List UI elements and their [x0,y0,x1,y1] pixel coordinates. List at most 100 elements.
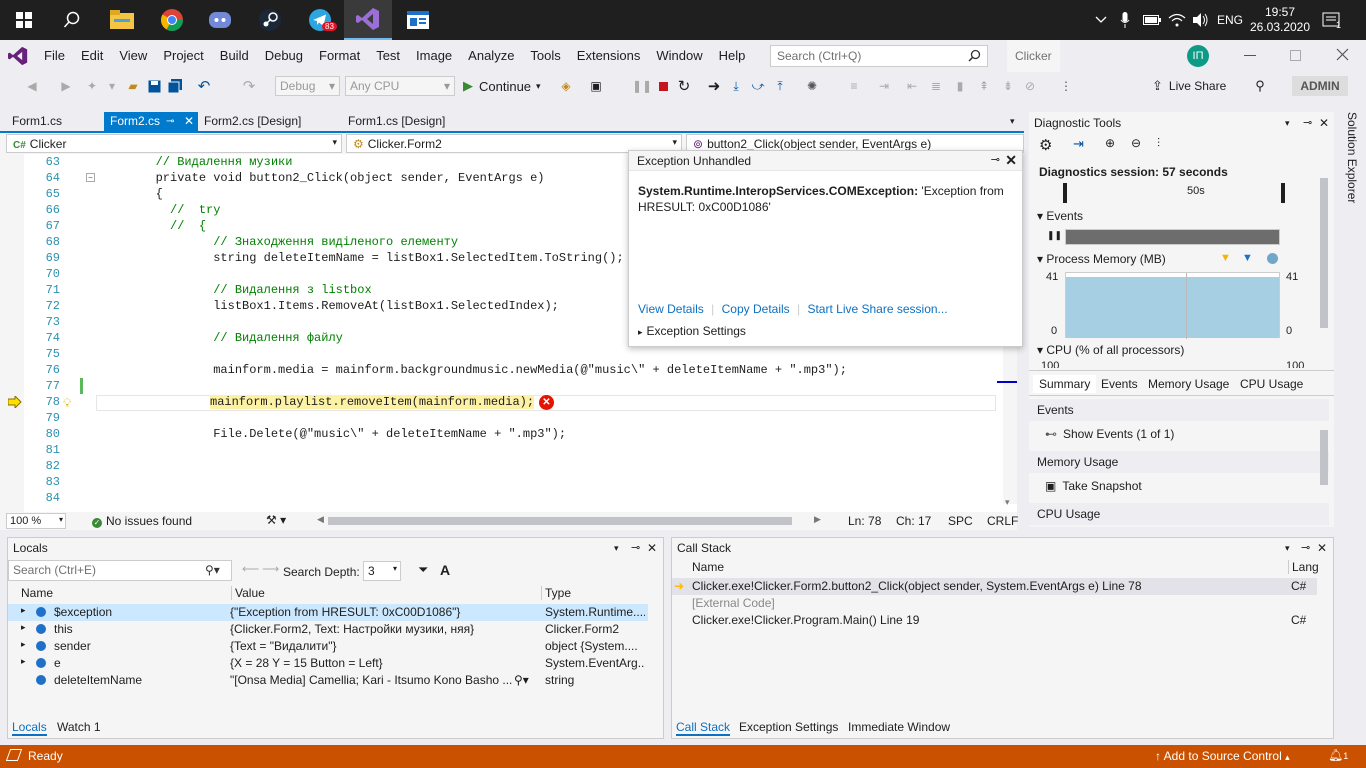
tab-events[interactable]: Events [1101,377,1138,391]
notification-icon[interactable]: 1 [1322,0,1346,40]
locals-search-input[interactable]: Search (Ctrl+E) ⚲▾ [8,560,232,581]
menu-help[interactable]: Help [711,40,754,72]
forward-icon[interactable]: ▶ [58,76,74,96]
back-icon[interactable]: ⟵ [242,562,259,576]
language-indicator[interactable]: ENG [1217,0,1243,40]
volume-icon[interactable] [1193,0,1209,40]
solution-explorer-side-tab[interactable]: Solution Explorer [1341,112,1359,212]
tab-watch-1[interactable]: Watch 1 [57,720,101,734]
lightbulb-icon[interactable]: 💡︎ [63,396,71,411]
windows-start-icon[interactable] [0,0,48,40]
prev-bookmark-icon[interactable]: ⇞ [976,76,992,96]
menu-format[interactable]: Format [311,40,368,72]
column-lang[interactable]: Lang [1288,560,1319,574]
step-over-icon[interactable]: ⤻ [750,76,766,96]
pause-icon[interactable]: ❚❚ [1047,230,1062,241]
tab-form2-cs[interactable]: Form2.cs ⊸ ✕ [104,112,198,131]
toolbar-overflow-icon[interactable]: ⋮ [1060,76,1072,96]
call-stack-row[interactable]: ➜ Clicker.exe!Clicker.Form2.button2_Click… [672,578,1317,595]
execution-pointer-icon[interactable] [7,394,22,411]
open-file-icon[interactable]: ▰ [125,76,141,96]
close-icon[interactable] [1336,48,1349,64]
comment-icon[interactable]: ≡ [846,76,862,96]
menu-tools[interactable]: Tools [522,40,568,72]
locals-row[interactable]: ▸ $exception {"Exception from HRESULT: 0xC… [8,604,648,621]
uncomment-icon[interactable]: ≣ [928,76,944,96]
zoom-in-icon[interactable]: ⊕ [1105,136,1115,150]
scroll-right-icon[interactable]: ▶ [814,514,821,525]
chevron-down-icon[interactable]: ▾ [614,538,619,558]
search-icon[interactable] [48,0,96,40]
whitespace-indicator[interactable]: SPC [948,514,973,528]
menu-extensions[interactable]: Extensions [569,40,649,72]
pin-icon[interactable]: ⊸ [1301,538,1310,558]
search-depth-dropdown[interactable]: 3 ▾ [363,561,401,581]
redo-icon[interactable]: ↷ [240,76,258,96]
stop-icon[interactable] [656,76,670,96]
select-tools-icon[interactable]: ⇥ [1073,136,1084,152]
minimize-icon[interactable] [1244,55,1256,56]
pin-icon[interactable]: ⊸ [1303,112,1312,134]
steam-icon[interactable] [246,0,294,40]
tab-cpu-usage[interactable]: CPU Usage [1240,377,1303,391]
indent-icon[interactable]: ⇥ [876,76,892,96]
scroll-down-icon[interactable]: ▾ [1005,497,1010,508]
locals-row[interactable]: deleteItemName "[Onsa Media] Camellia; Ka… [8,672,648,689]
avatar[interactable]: IП [1187,45,1209,67]
save-all-icon[interactable] [167,76,183,96]
notifications-bell-icon[interactable]: 🔔︎1 [1328,748,1348,762]
expand-icon[interactable]: ▸ [21,622,26,633]
new-item-icon[interactable]: ✦ [84,76,100,96]
configuration-dropdown[interactable]: Debug ▾ [275,76,340,96]
pin-icon[interactable]: ⊸ [631,538,640,558]
chevron-up-icon[interactable] [1095,0,1111,40]
telegram-icon[interactable]: 83 [296,0,344,40]
menu-view[interactable]: View [111,40,155,72]
tab-form1-design[interactable]: Form1.cs [Design] [342,112,451,131]
exception-settings-expander[interactable]: ▸ Exception Settings [638,324,746,338]
step-into-icon[interactable]: ⤓ [728,76,744,96]
file-explorer-icon[interactable] [98,0,146,40]
locals-row[interactable]: ▸ e {X = 28 Y = 15 Button = Left} System.Ev… [8,655,648,672]
tab-locals[interactable]: Locals [12,720,47,736]
clock[interactable]: 19:57 26.03.2020 [1250,0,1310,40]
line-number[interactable]: Ln: 78 [848,514,881,528]
column-number[interactable]: Ch: 17 [896,514,931,528]
attach-icon[interactable]: ◈ [558,76,574,96]
save-icon[interactable] [146,76,162,96]
close-icon[interactable]: ✕ [647,538,657,558]
copy-details-link[interactable]: Copy Details [722,302,790,316]
show-events-link[interactable]: ⊷ Show Events (1 of 1) [1045,427,1174,441]
clear-bookmarks-icon[interactable]: ⊘ [1022,76,1038,96]
menu-file[interactable]: File [36,40,73,72]
column-value[interactable]: Value [231,586,265,600]
outdent-icon[interactable]: ⇤ [904,76,920,96]
search-input[interactable]: Search (Ctrl+Q) [770,45,988,67]
next-bookmark-icon[interactable]: ⇟ [1000,76,1016,96]
visual-studio-icon[interactable] [344,0,392,40]
chrome-icon[interactable] [148,0,196,40]
zoom-out-icon[interactable]: ⊖ [1131,136,1141,150]
continue-button[interactable]: ▶ Continue ▾ [463,76,548,96]
search-icon[interactable]: ⚲▾ [514,673,529,687]
menu-edit[interactable]: Edit [73,40,111,72]
platform-dropdown[interactable]: Any CPU ▾ [345,76,455,96]
scroll-left-icon[interactable]: ◀ [317,514,324,525]
column-name[interactable]: Name [692,560,724,574]
pause-icon[interactable]: ❚❚ [632,76,652,96]
menu-test[interactable]: Test [368,40,408,72]
close-icon[interactable]: ✕ [184,112,194,131]
tab-immediate-window[interactable]: Immediate Window [848,720,950,734]
menu-image[interactable]: Image [408,40,460,72]
code-cleanup-icon[interactable]: ⚒ ▾ [266,513,286,527]
locals-row[interactable]: ▸ sender {Text = "Видалити"} object {System… [8,638,648,655]
battery-icon[interactable] [1143,0,1161,40]
wifi-icon[interactable] [1168,0,1186,40]
start-live-share-link[interactable]: Start Live Share session... [807,302,947,316]
no-issues-indicator[interactable]: ✓ No issues found [92,514,192,528]
restart-icon[interactable]: ↻ [676,76,692,96]
app-insights-icon[interactable]: ▣ [588,76,604,96]
step-out-icon[interactable]: ⤒ [772,76,788,96]
bookmark-icon[interactable]: ▮ [952,76,968,96]
expand-icon[interactable]: ▸ [21,605,26,616]
